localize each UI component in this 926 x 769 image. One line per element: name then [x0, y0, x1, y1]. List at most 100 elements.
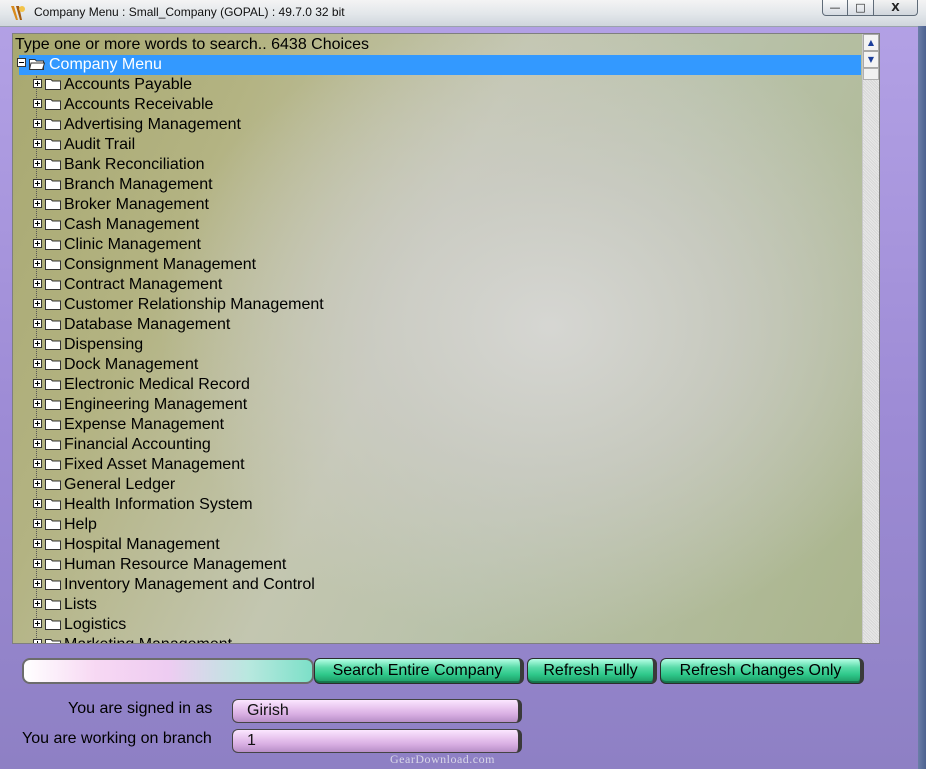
- watermark: GearDownload.com: [390, 752, 495, 766]
- tree-item[interactable]: Broker Management: [13, 195, 859, 215]
- tree-item-label: Dock Management: [64, 356, 199, 373]
- expand-icon[interactable]: [33, 439, 42, 448]
- tree-item[interactable]: Branch Management: [13, 175, 859, 195]
- expand-icon[interactable]: [33, 579, 42, 588]
- tree-item[interactable]: Audit Trail: [13, 135, 859, 155]
- tree-item[interactable]: Logistics: [13, 615, 859, 635]
- expand-icon[interactable]: [33, 159, 42, 168]
- expand-icon[interactable]: [33, 119, 42, 128]
- tree-item[interactable]: Bank Reconciliation: [13, 155, 859, 175]
- tree-item[interactable]: Accounts Payable: [13, 75, 859, 95]
- tree-item[interactable]: Advertising Management: [13, 115, 859, 135]
- tree-root-label[interactable]: Company Menu: [49, 55, 162, 75]
- folder-icon: [45, 499, 61, 510]
- app-icon: [11, 6, 25, 20]
- scroll-up-button[interactable]: ▲: [863, 34, 879, 51]
- folder-icon: [45, 419, 61, 430]
- expand-icon[interactable]: [33, 259, 42, 268]
- expand-icon[interactable]: [33, 479, 42, 488]
- tree-item[interactable]: Inventory Management and Control: [13, 575, 859, 595]
- tree-item[interactable]: Consignment Management: [13, 255, 859, 275]
- expand-icon[interactable]: [33, 499, 42, 508]
- branch-label: You are working on branch: [22, 730, 212, 747]
- expand-icon[interactable]: [33, 199, 42, 208]
- tree-item[interactable]: Contract Management: [13, 275, 859, 295]
- tree-item[interactable]: Help: [13, 515, 859, 535]
- expand-icon[interactable]: [33, 339, 42, 348]
- maximize-button[interactable]: □: [848, 0, 874, 16]
- expand-icon[interactable]: [33, 279, 42, 288]
- expand-icon[interactable]: [33, 179, 42, 188]
- company-menu-window: Company Menu : Small_Company (GOPAL) : 4…: [0, 0, 926, 769]
- expand-icon[interactable]: [33, 599, 42, 608]
- refresh-fully-button[interactable]: Refresh Fully: [527, 658, 657, 684]
- tree-item[interactable]: Cash Management: [13, 215, 859, 235]
- tree-item[interactable]: Clinic Management: [13, 235, 859, 255]
- folder-icon: [45, 99, 61, 110]
- expand-icon[interactable]: [33, 99, 42, 108]
- tree-item-label: Engineering Management: [64, 396, 248, 413]
- close-button[interactable]: X: [874, 0, 918, 16]
- expand-icon[interactable]: [33, 619, 42, 628]
- tree-item[interactable]: Expense Management: [13, 415, 859, 435]
- tree-item[interactable]: Human Resource Management: [13, 555, 859, 575]
- expand-icon[interactable]: [33, 359, 42, 368]
- collapse-icon[interactable]: [17, 58, 26, 67]
- tree-item[interactable]: Lists: [13, 595, 859, 615]
- tree-item[interactable]: Health Information System: [13, 495, 859, 515]
- minimize-button[interactable]: —: [822, 0, 848, 16]
- tree-item[interactable]: Dock Management: [13, 355, 859, 375]
- folder-icon: [45, 259, 61, 270]
- expand-icon[interactable]: [33, 559, 42, 568]
- tree-item-label: Audit Trail: [64, 136, 136, 153]
- folder-icon: [45, 639, 61, 643]
- tree-item-label: Broker Management: [64, 196, 209, 213]
- tree-item-label: Database Management: [64, 316, 231, 333]
- tree-item[interactable]: Marketing Management: [13, 635, 859, 643]
- folder-icon: [45, 479, 61, 490]
- tree-item-label: Bank Reconciliation: [64, 156, 205, 173]
- tree-scrollbar[interactable]: ▲ ▼: [862, 34, 879, 643]
- expand-icon[interactable]: [33, 239, 42, 248]
- expand-icon[interactable]: [33, 519, 42, 528]
- expand-icon[interactable]: [33, 319, 42, 328]
- tree-item[interactable]: Hospital Management: [13, 535, 859, 555]
- tree-item[interactable]: Accounts Receivable: [13, 95, 859, 115]
- tree-item-label: General Ledger: [64, 476, 176, 493]
- folder-icon: [45, 459, 61, 470]
- expand-icon[interactable]: [33, 399, 42, 408]
- folder-icon: [45, 599, 61, 610]
- expand-icon[interactable]: [33, 299, 42, 308]
- expand-icon[interactable]: [33, 79, 42, 88]
- search-input[interactable]: [22, 658, 314, 684]
- folder-icon: [45, 559, 61, 570]
- title-bar[interactable]: Company Menu : Small_Company (GOPAL) : 4…: [0, 0, 926, 27]
- tree-item[interactable]: Customer Relationship Management: [13, 295, 859, 315]
- scroll-thumb[interactable]: [863, 68, 879, 80]
- tree-item[interactable]: Dispensing: [13, 335, 859, 355]
- expand-icon[interactable]: [33, 419, 42, 428]
- scroll-down-button[interactable]: ▼: [863, 51, 879, 68]
- search-entire-company-button[interactable]: Search Entire Company: [314, 658, 524, 684]
- tree-item[interactable]: Database Management: [13, 315, 859, 335]
- refresh-changes-only-button[interactable]: Refresh Changes Only: [660, 658, 864, 684]
- folder-icon: [45, 519, 61, 530]
- expand-icon[interactable]: [33, 139, 42, 148]
- tree-item[interactable]: General Ledger: [13, 475, 859, 495]
- expand-icon[interactable]: [33, 539, 42, 548]
- expand-icon[interactable]: [33, 219, 42, 228]
- branch-value: 1: [232, 729, 522, 753]
- tree-item-label: Lists: [64, 596, 97, 613]
- tree-item[interactable]: Fixed Asset Management: [13, 455, 859, 475]
- tree-item[interactable]: Financial Accounting: [13, 435, 859, 455]
- tree-item[interactable]: Engineering Management: [13, 395, 859, 415]
- expand-icon[interactable]: [33, 639, 42, 643]
- open-folder-icon: [29, 59, 45, 70]
- tree-item[interactable]: Electronic Medical Record: [13, 375, 859, 395]
- menu-tree-panel[interactable]: Type one or more words to search.. 6438 …: [12, 33, 880, 644]
- maximize-icon: □: [855, 1, 866, 14]
- tree-item-label: Clinic Management: [64, 236, 201, 253]
- tree-search-hint: Type one or more words to search.. 6438 …: [15, 36, 369, 53]
- expand-icon[interactable]: [33, 459, 42, 468]
- expand-icon[interactable]: [33, 379, 42, 388]
